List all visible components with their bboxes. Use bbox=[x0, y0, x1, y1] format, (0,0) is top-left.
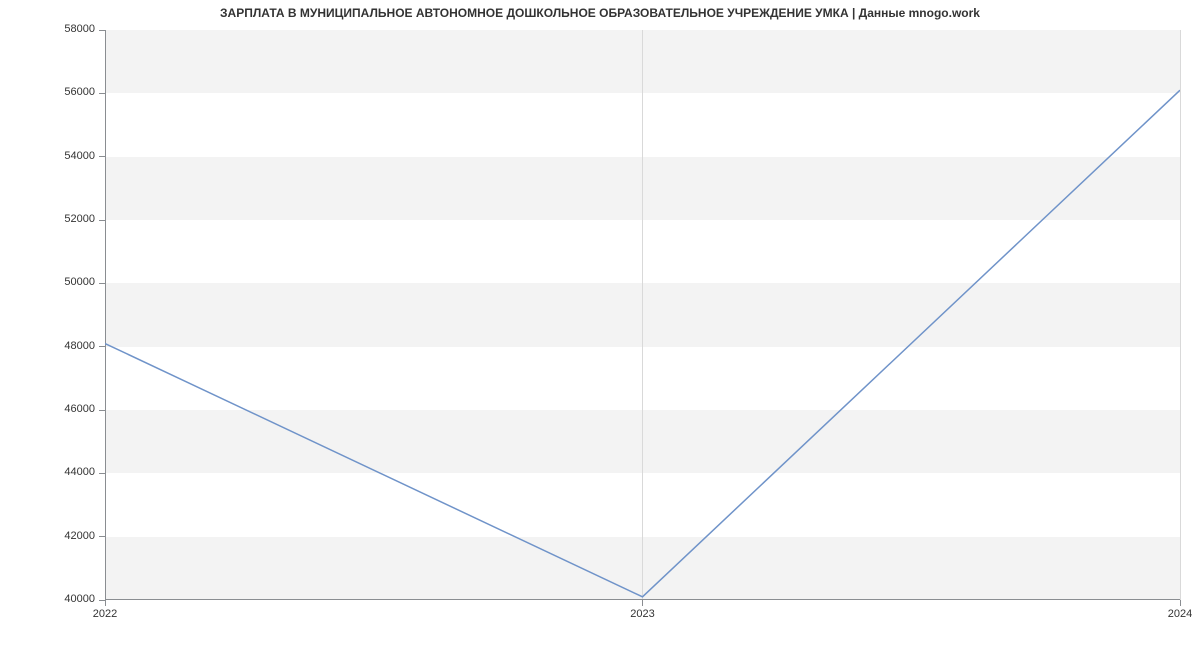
x-tick bbox=[642, 600, 643, 606]
y-tick-label: 54000 bbox=[49, 150, 95, 162]
x-tick bbox=[1180, 600, 1181, 606]
chart-title: ЗАРПЛАТА В МУНИЦИПАЛЬНОЕ АВТОНОМНОЕ ДОШК… bbox=[0, 6, 1200, 20]
x-tick bbox=[105, 600, 106, 606]
x-tick-label: 2022 bbox=[75, 608, 135, 620]
x-tick-label: 2024 bbox=[1150, 608, 1200, 620]
y-tick-label: 48000 bbox=[49, 340, 95, 352]
y-tick-label: 50000 bbox=[49, 276, 95, 288]
plot-area: 4000042000440004600048000500005200054000… bbox=[105, 30, 1180, 600]
y-tick-label: 42000 bbox=[49, 530, 95, 542]
x-tick-label: 2023 bbox=[613, 608, 673, 620]
y-tick-label: 52000 bbox=[49, 213, 95, 225]
data-line bbox=[105, 30, 1180, 600]
y-tick-label: 58000 bbox=[49, 23, 95, 35]
y-tick-label: 40000 bbox=[49, 593, 95, 605]
y-tick-label: 56000 bbox=[49, 86, 95, 98]
chart-container: ЗАРПЛАТА В МУНИЦИПАЛЬНОЕ АВТОНОМНОЕ ДОШК… bbox=[0, 0, 1200, 650]
y-tick-label: 44000 bbox=[49, 466, 95, 478]
y-tick-label: 46000 bbox=[49, 403, 95, 415]
